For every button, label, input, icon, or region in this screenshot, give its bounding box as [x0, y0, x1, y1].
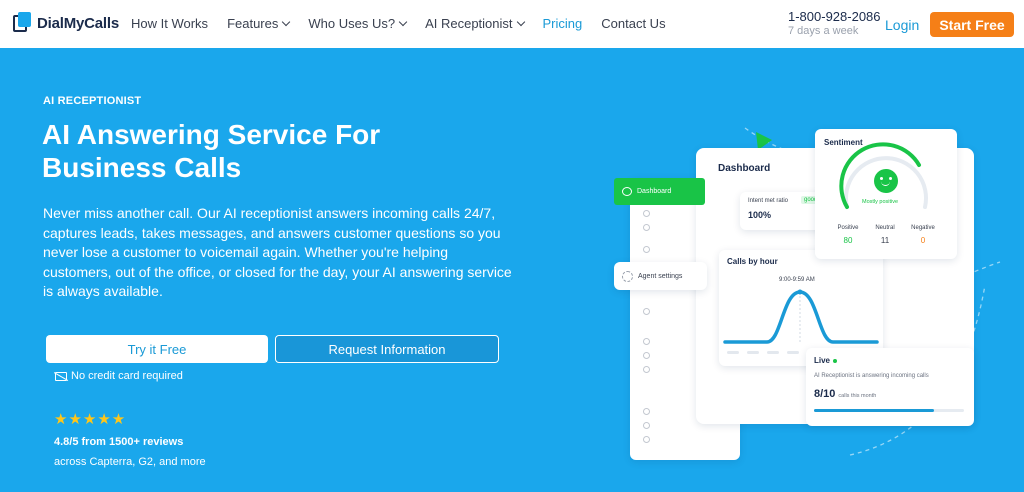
- phone-number[interactable]: 1-800-928-2086: [788, 9, 881, 24]
- rating-sources: across Capterra, G2, and more: [54, 456, 206, 468]
- agent-settings-item: Agent settings: [614, 262, 707, 290]
- start-free-button[interactable]: Start Free: [930, 12, 1014, 37]
- rating-stars: ★★★★★: [54, 411, 127, 428]
- top-navbar: DialMyCalls How It Works Features Who Us…: [0, 0, 1024, 48]
- menu-icon: [643, 246, 650, 253]
- menu-icon: [643, 436, 650, 443]
- phone-block[interactable]: 1-800-928-2086 7 days a week: [788, 9, 881, 39]
- hero-description: Never miss another call. Our AI receptio…: [43, 205, 512, 300]
- eyebrow-label: AI RECEPTIONIST: [43, 95, 142, 107]
- nav-contact-us[interactable]: Contact Us: [601, 16, 665, 31]
- rating-text: 4.8/5 from 1500+ reviews: [54, 436, 184, 448]
- logo-icon: [12, 12, 32, 34]
- menu-icon: [643, 366, 650, 373]
- login-link[interactable]: Login: [885, 17, 919, 33]
- menu-icon: [643, 352, 650, 359]
- chevron-down-icon: [516, 17, 525, 27]
- nav-who-uses-us[interactable]: Who Uses Us?: [308, 16, 408, 31]
- page-title: AI Answering Service For Business Calls: [42, 119, 381, 183]
- nav-pricing[interactable]: Pricing: [543, 16, 583, 31]
- menu-icon: [643, 210, 650, 217]
- menu-icon: [643, 224, 650, 231]
- chat-icon: [622, 187, 632, 196]
- chevron-down-icon: [398, 17, 408, 27]
- no-credit-card-note: No credit card required: [55, 370, 183, 382]
- chevron-down-icon: [282, 17, 291, 27]
- main-menu: How It Works Features Who Uses Us? AI Re…: [131, 16, 685, 31]
- gear-icon: [622, 270, 633, 282]
- logout-icon: [643, 408, 650, 415]
- try-free-button[interactable]: Try it Free: [46, 335, 268, 363]
- smile-icon: [874, 169, 898, 193]
- phone-icon: [643, 338, 650, 345]
- phone-hours: 7 days a week: [788, 25, 859, 37]
- nav-features[interactable]: Features: [227, 16, 291, 31]
- help-icon: [643, 422, 650, 429]
- logo[interactable]: DialMyCalls: [12, 12, 119, 34]
- live-dot-icon: [833, 358, 838, 363]
- dashboard-nav-item: Dashboard: [614, 178, 705, 205]
- nav-how-it-works[interactable]: How It Works: [131, 16, 208, 31]
- request-information-button[interactable]: Request Information: [275, 335, 499, 363]
- calls-progress-bar: [814, 409, 964, 412]
- dashboard-title: Dashboard: [718, 163, 771, 174]
- no-credit-card-text: No credit card required: [71, 370, 183, 382]
- no-credit-card-icon: [55, 371, 67, 381]
- sentiment-card: Sentiment Mostly positive Positive 80 Ne…: [815, 129, 957, 259]
- brand-name: DialMyCalls: [37, 14, 119, 32]
- nav-ai-receptionist[interactable]: AI Receptionist: [425, 16, 525, 31]
- menu-icon: [643, 308, 650, 315]
- live-card: Live AI Receptionist is answering incomi…: [806, 348, 974, 426]
